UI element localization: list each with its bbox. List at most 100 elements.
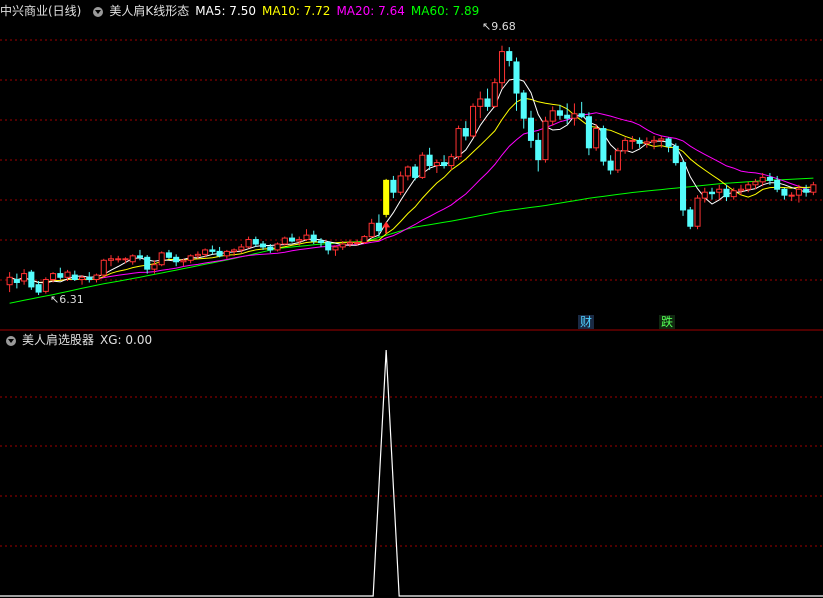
candle-body <box>426 154 433 167</box>
candle-body <box>165 252 172 258</box>
low-marker: ↖6.31 <box>50 293 84 306</box>
candle-body <box>404 166 411 177</box>
candle-body <box>477 98 484 107</box>
candle-body <box>672 145 679 164</box>
candle-body <box>448 156 455 167</box>
candle-body <box>50 273 57 281</box>
sub-grid <box>0 396 823 547</box>
candle-body <box>339 243 346 248</box>
candle-body <box>643 141 650 144</box>
candle-body <box>325 242 332 251</box>
high-price-label: 9.68 <box>491 20 516 33</box>
candle-body <box>107 258 115 261</box>
candle-body <box>564 114 571 119</box>
candle-body <box>484 98 491 107</box>
ma5-label: MA5: 7.50 <box>195 4 257 18</box>
candle-body <box>629 139 636 142</box>
candle-body <box>397 175 404 193</box>
candle-body <box>173 256 180 263</box>
indicator-name: 美人肩K线形态 <box>109 4 190 18</box>
candle-body <box>216 250 223 257</box>
candle-body <box>245 239 252 248</box>
candle-body <box>260 243 267 248</box>
candle-body <box>498 51 506 84</box>
candle-body <box>332 246 339 251</box>
candle-body <box>231 249 238 252</box>
candle-body <box>180 259 187 263</box>
candle-body <box>375 222 382 232</box>
candle-body <box>383 179 390 215</box>
candle-body <box>433 162 440 167</box>
candle-body <box>535 139 542 161</box>
candle-body <box>419 154 426 178</box>
candle-body <box>527 117 535 141</box>
candle-body <box>520 92 527 119</box>
candle-body <box>752 181 759 186</box>
candle-body <box>607 160 614 171</box>
candle-body <box>28 271 35 288</box>
finance-tag[interactable]: 财 <box>578 315 595 329</box>
candle-body <box>368 222 375 238</box>
main-header: 中兴商业(日线) 美人肩K线形态 MA5: 7.50 MA10: 7.72 MA20: … <box>0 3 485 19</box>
ma10-line <box>9 97 814 284</box>
candle-body <box>593 128 600 149</box>
candle-body <box>122 258 129 261</box>
candle-body <box>556 110 563 116</box>
candle-body <box>795 188 802 196</box>
candle-body <box>694 197 701 227</box>
candle-body <box>542 120 549 161</box>
candle-body <box>238 246 245 251</box>
candle-body <box>549 110 556 122</box>
xg-signal-line <box>0 349 823 597</box>
ma60-line <box>9 177 814 304</box>
candle-body <box>354 242 361 245</box>
candle-body <box>730 190 737 198</box>
candle-body <box>766 176 773 181</box>
sub-indicator-menu-icon[interactable] <box>6 335 16 346</box>
candle-body <box>506 51 513 61</box>
candle-body <box>658 138 665 141</box>
candle-body <box>759 176 766 183</box>
candle-body <box>716 188 723 193</box>
candle-body <box>636 139 643 144</box>
moving-average-lines <box>9 78 814 304</box>
sub-indicator-name: 美人肩选股器 <box>22 333 95 347</box>
ma5-line <box>9 78 814 284</box>
stock-name: 中兴商业(日线) <box>0 4 82 18</box>
candle-body <box>136 255 143 258</box>
candle-body <box>151 264 158 270</box>
candle-body <box>42 279 49 292</box>
candle-body <box>513 61 520 94</box>
high-marker: ↖9.68 <box>482 20 516 33</box>
candle-body <box>687 209 694 227</box>
candle-body <box>288 237 296 242</box>
candle-body <box>412 166 419 178</box>
candle-body <box>600 128 607 162</box>
xg-value: XG: 0.00 <box>100 333 153 347</box>
candle-body <box>810 184 817 193</box>
candle-body <box>803 188 810 193</box>
candle-body <box>774 179 781 190</box>
candle-body <box>708 191 716 195</box>
candle-body <box>13 279 20 283</box>
candle-body <box>781 188 788 196</box>
candle-body <box>614 150 621 171</box>
low-price-label: 6.31 <box>59 293 84 306</box>
sub-header: 美人肩选股器 XG: 0.00 <box>0 332 158 348</box>
candle-body <box>455 128 462 158</box>
candle-body <box>745 184 752 190</box>
candle-body <box>680 162 687 211</box>
candle-body <box>6 276 13 286</box>
candle-body <box>441 162 448 167</box>
indicator-menu-icon[interactable] <box>93 6 104 17</box>
ma20-label: MA20: 7.64 <box>336 4 405 18</box>
stock-chart <box>0 39 823 597</box>
candle-body <box>296 239 303 242</box>
candle-body <box>209 249 216 252</box>
candle-body <box>701 191 708 199</box>
candle-body <box>86 276 93 281</box>
candle-body <box>571 113 578 119</box>
candle-body <box>491 82 498 107</box>
candle-body <box>21 273 28 282</box>
fall-tag[interactable]: 跌 <box>659 315 676 329</box>
